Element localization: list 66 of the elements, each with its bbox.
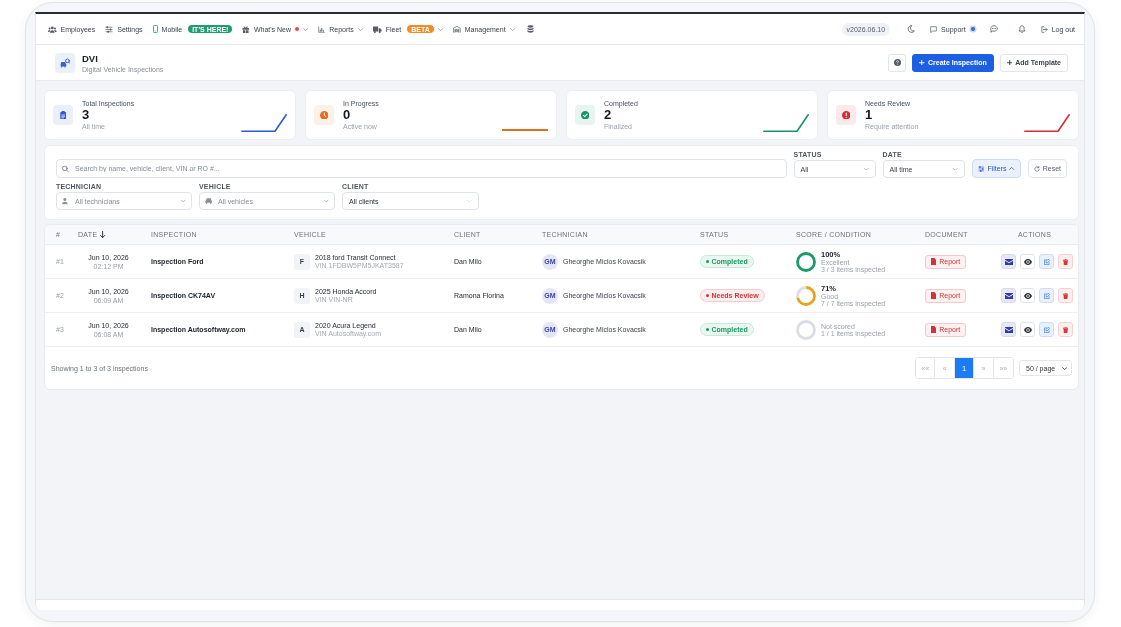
chat-bubble-icon[interactable] (989, 25, 998, 33)
view-button[interactable] (1020, 322, 1035, 337)
building-icon (453, 25, 461, 33)
stat-value: 0 (343, 108, 351, 122)
user-icon (62, 197, 68, 205)
file-icon (931, 292, 937, 299)
edit-icon (1043, 292, 1050, 299)
caret-up-icon (1009, 167, 1015, 170)
eye-icon (1023, 326, 1032, 333)
sort-arrow-icon (100, 231, 106, 238)
delete-button[interactable] (1058, 288, 1073, 303)
edit-icon (1043, 326, 1050, 333)
search-icon (62, 165, 69, 172)
car-magnifier-icon (55, 52, 75, 73)
status-dot-icon (706, 294, 709, 297)
envelope-icon (1004, 292, 1013, 299)
reset-icon (1033, 165, 1040, 172)
envelope-icon (1004, 326, 1013, 333)
sliders-icon (105, 25, 114, 33)
chevron-down-icon (864, 167, 869, 171)
bar-chart-icon (318, 25, 326, 33)
clock-icon (314, 105, 334, 125)
chevron-down-icon (324, 199, 329, 203)
score-ring (796, 285, 816, 306)
phone-icon (152, 25, 158, 33)
plus-icon (919, 59, 925, 66)
file-icon (931, 258, 937, 265)
moon-icon[interactable] (907, 25, 916, 33)
stat-value: 3 (82, 108, 90, 122)
users-icon (48, 25, 57, 33)
page-title: DVI (82, 52, 98, 64)
chevron-down-icon (953, 167, 958, 171)
database-icon[interactable] (526, 25, 534, 33)
score-ring (796, 251, 816, 272)
help-icon (894, 59, 901, 66)
stat-value: 1 (865, 108, 873, 122)
file-icon (931, 326, 937, 333)
envelope-icon (1004, 258, 1013, 265)
logout-icon (1040, 25, 1048, 33)
gift-icon (242, 25, 250, 33)
trash-icon (1062, 292, 1069, 299)
chevron-down-icon (1061, 366, 1067, 370)
eye-icon (1023, 292, 1032, 299)
score-ring (796, 319, 816, 340)
sliders-icon (977, 165, 985, 172)
edit-icon (1043, 258, 1050, 265)
view-button[interactable] (1020, 288, 1035, 303)
eye-icon (1023, 258, 1032, 265)
email-button[interactable] (1001, 322, 1016, 337)
status-dot-icon (706, 328, 709, 331)
clipboard-icon (53, 105, 73, 125)
help-button[interactable] (888, 53, 907, 72)
view-button[interactable] (1020, 254, 1035, 269)
bell-icon[interactable] (1017, 25, 1026, 33)
plus-icon (1006, 59, 1013, 66)
stat-value: 2 (604, 108, 612, 122)
email-button[interactable] (1001, 254, 1016, 269)
delete-button[interactable] (1058, 254, 1073, 269)
chevron-down-icon (181, 199, 186, 203)
trash-icon (1062, 326, 1069, 333)
status-dot-icon (706, 260, 709, 263)
car-icon (205, 197, 213, 205)
email-button[interactable] (1001, 288, 1016, 303)
truck-icon (373, 25, 382, 33)
delete-button[interactable] (1058, 322, 1073, 337)
trash-icon (1062, 258, 1069, 265)
